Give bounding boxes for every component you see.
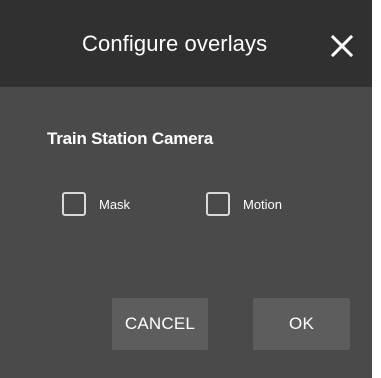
dialog-title: Configure overlays [82,31,268,56]
ok-button[interactable]: OK [253,298,350,350]
mask-checkbox-row[interactable]: Mask [62,189,130,219]
close-button[interactable] [330,34,354,58]
motion-checkbox-row[interactable]: Motion [206,189,282,219]
close-icon [330,34,354,58]
dialog-panel: Configure overlays Train Station Camera … [0,0,372,378]
motion-checkbox-label: Motion [243,196,283,212]
motion-checkbox[interactable] [206,192,230,216]
mask-checkbox[interactable] [62,192,86,216]
dialog-titlebar: Configure overlays [0,0,372,87]
camera-name-heading: Train Station Camera [47,129,214,148]
cancel-button[interactable]: CANCEL [112,298,208,350]
mask-checkbox-label: Mask [99,196,131,212]
configure-overlays-dialog: Configure overlays Train Station Camera … [0,0,381,378]
